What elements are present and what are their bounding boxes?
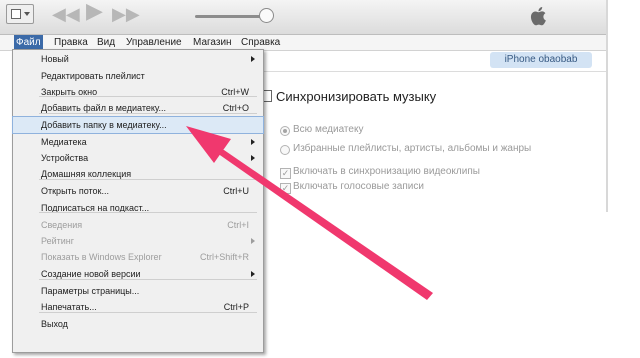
pointer-arrow-annotation — [186, 126, 433, 300]
